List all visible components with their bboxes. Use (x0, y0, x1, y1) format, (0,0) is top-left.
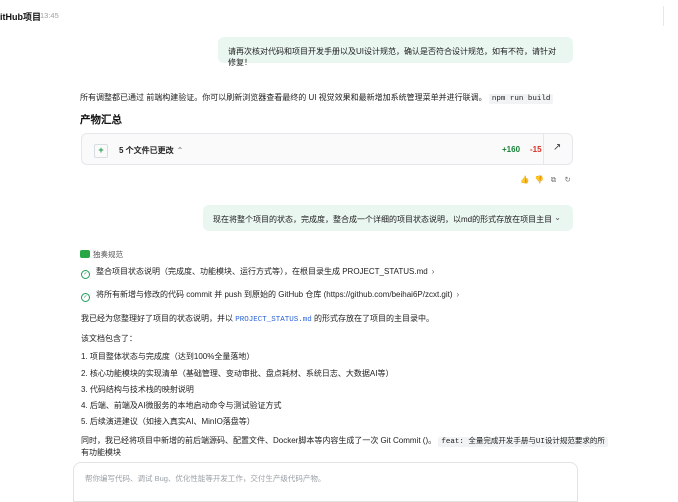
agent-label-text: 独奏规范 (93, 250, 123, 259)
summary-text: 的形式存放在了项目的主目录中。 (313, 314, 434, 323)
agent-icon (80, 250, 90, 258)
top-bar: itHub项目 13:45 (0, 0, 678, 30)
thumbs-up-icon[interactable]: 👍 (520, 175, 530, 185)
message-actions: 👍 👎 ⧉ ↻ (520, 175, 575, 185)
agent-step[interactable]: ✓ 整合项目状态说明（完成度、功能模块、运行方式等），在根目录生成 PROJECT… (81, 266, 434, 279)
step-text: 将所有新增与修改的代码 commit 并 push 到原始的 GitHub 仓库… (96, 290, 453, 299)
expand-chevron-icon[interactable]: ⌄ (554, 213, 561, 222)
chevron-right-icon: › (456, 290, 460, 299)
changed-files-card[interactable]: + 5 个文件已更改 ⌃ +160 -15 ↗ (81, 133, 573, 165)
thumbs-down-icon[interactable]: 👎 (534, 175, 544, 185)
assistant-reply-line: 所有调整都已通过 前端构建验证。你可以刷新浏览器查看最终的 UI 视觉效果和最新… (80, 92, 554, 104)
agent-step[interactable]: ✓ 将所有新增与修改的代码 commit 并 push 到原始的 GitHub 仓… (81, 289, 459, 302)
check-circle-icon: ✓ (81, 293, 90, 302)
file-link[interactable]: PROJECT_STATUS.md (235, 316, 312, 324)
list-item: 2. 核心功能模块的实现清单（基础管理、变动审批、盘点耗材、系统日志、大数据AI… (81, 369, 394, 378)
agent-label: 独奏规范 (80, 249, 123, 260)
closing-text: 同时，我已经将项目中新增的前后端源码、配置文件、Docker脚本等内容生成了一次… (81, 435, 608, 447)
user-message-1: 请再次核对代码和项目开发手册以及UI设计规范，确认是否符合设计规范，如有不符，请… (218, 37, 573, 67)
divider (543, 134, 544, 164)
chat-input[interactable] (83, 473, 567, 484)
user-message-text: 请再次核对代码和项目开发手册以及UI设计规范，确认是否符合设计规范，如有不符，请… (228, 47, 556, 67)
open-arrow-icon[interactable]: ↗ (553, 142, 561, 153)
list-item: 3. 代码结构与技术栈的映射说明 (81, 385, 194, 394)
commit-message: feat: 全量完成开发手册与UI设计规范要求的所 (438, 437, 608, 447)
chevron-right-icon: › (431, 267, 435, 276)
artifacts-heading: 产物汇总 (80, 114, 122, 126)
assistant-summary: 我已经为您整理好了项目的状态说明，并以 PROJECT_STATUS.md 的形… (81, 313, 434, 324)
user-message-2: 现在将整个项目的状态，完成度，整合成一个详细的项目状态说明，以md的形式存放在项… (203, 205, 573, 231)
timestamp: 13:45 (40, 11, 59, 20)
reply-text: 所有调整都已通过 前端构建验证。你可以刷新浏览器查看最终的 UI 视觉效果和最新… (80, 93, 487, 102)
composer-box[interactable] (73, 462, 578, 502)
user-message-text: 现在将整个项目的状态，完成度，整合成一个详细的项目状态说明，以md的形式存放在项… (213, 215, 553, 224)
step-text: 整合项目状态说明（完成度、功能模块、运行方式等），在根目录生成 PROJECT_… (96, 267, 428, 276)
additions-count: +160 (502, 145, 521, 154)
closing-text-b: 有功能模块 (81, 448, 121, 457)
copy-icon[interactable]: ⧉ (548, 175, 558, 185)
check-circle-icon: ✓ (81, 270, 90, 279)
list-item: 1. 项目整体状态与完成度（达到100%全量落地） (81, 352, 255, 361)
doc-includes-label: 该文档包含了： (81, 334, 137, 343)
panel-divider (663, 6, 678, 26)
closing-text-a: 同时，我已经将项目中新增的前后端源码、配置文件、Docker脚本等内容生成了一次… (81, 436, 437, 445)
regenerate-icon[interactable]: ↻ (563, 175, 573, 185)
build-command: npm run build (488, 94, 554, 104)
summary-text: 我已经为您整理好了项目的状态说明，并以 (81, 314, 233, 323)
changed-files-toggle[interactable]: 5 个文件已更改 ⌃ (119, 145, 183, 156)
plus-icon: + (94, 144, 108, 158)
deletions-count: -15 (530, 145, 542, 154)
list-item: 5. 后续演进建议（如接入真实AI、MinIO落盘等） (81, 417, 255, 426)
changed-files-label: 5 个文件已更改 (119, 146, 174, 155)
conversation-title: itHub项目 (0, 12, 41, 22)
list-item: 4. 后端、前端及AI微服务的本地启动命令与测试验证方式 (81, 401, 282, 410)
chevron-updown-icon: ⌃ (176, 146, 184, 155)
